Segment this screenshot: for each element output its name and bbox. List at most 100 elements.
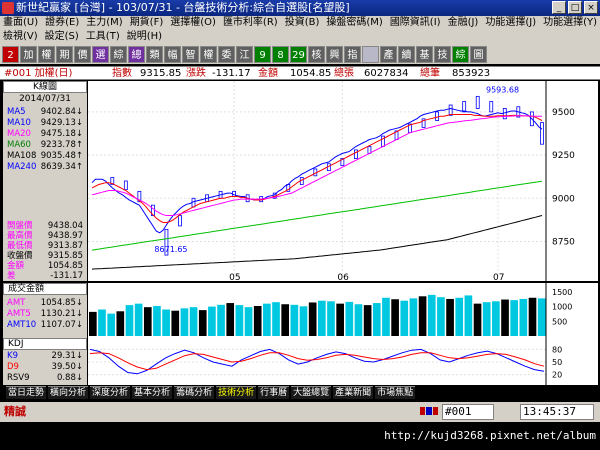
volume-bar (208, 306, 216, 336)
menu-item[interactable]: 選擇權(O) (170, 16, 216, 30)
volume-bar (162, 309, 170, 336)
tab-10[interactable]: 市場焦點 (375, 386, 416, 399)
close-button[interactable]: × (584, 1, 598, 14)
volume-tick-label: 500 (552, 317, 567, 326)
menu-item[interactable]: 說明(H) (127, 30, 162, 44)
toolbar-button[interactable]: 綜 (452, 45, 469, 63)
kline-chart[interactable]: 8750 9000 9250 9500 05 06 07 9593.68 8671.65 (88, 81, 598, 283)
toolbar-button[interactable]: 指 (344, 45, 361, 63)
menu-item[interactable]: 匯市利率(R) (223, 16, 278, 30)
ma-legend-row: MA10 9429.13↓ (7, 118, 87, 128)
toolbar-button[interactable]: 2 (2, 45, 19, 63)
toolbar-button[interactable]: 選 (92, 45, 109, 63)
menu-item[interactable]: 期貨(F) (130, 16, 164, 30)
volume-bar (345, 301, 354, 336)
toolbar-button[interactable]: 價 (74, 45, 91, 63)
menu-item[interactable]: 證券(E) (45, 16, 79, 30)
ohlc-label: 開盤價 (7, 221, 33, 231)
maximize-button[interactable]: □ (568, 1, 582, 14)
ohlc-legend-row: 開盤價 9438.04 (7, 221, 87, 231)
tab-1[interactable]: 當日走勢 (6, 386, 47, 399)
ma-legend-row: MA5 9402.84↓ (7, 107, 87, 117)
amt-legend-row: AMT5 1130.21↓ (7, 309, 87, 319)
toolbar-button[interactable]: 8 (272, 45, 289, 63)
kd-chart[interactable]: 20 50 80 (88, 338, 598, 385)
toolbar-button[interactable]: 幅 (164, 45, 181, 63)
toolbar-button[interactable]: 產 (380, 45, 397, 63)
toolbar-button[interactable]: 技 (434, 45, 451, 63)
ma-legend-row: MA108 9035.48↑ (7, 151, 87, 161)
ohlc-value: 9315.85 (47, 251, 83, 261)
toolbar-button[interactable]: 核 (308, 45, 325, 63)
menu-item[interactable]: 設定(S) (45, 30, 79, 44)
toolbar-button[interactable]: 基 (416, 45, 433, 63)
ohlc-legend-row: 收盤價 9315.85 (7, 251, 87, 261)
amt-value: 1107.07↓ (40, 320, 83, 330)
watermark-url: http://kujd3268.pixnet.net/album (0, 422, 600, 450)
volume-bar (198, 310, 207, 336)
tab-7[interactable]: 行事曆 (258, 386, 290, 399)
ohlc-value: 9438.04 (47, 221, 83, 231)
kd-header: KDJ (3, 338, 87, 350)
menu-item[interactable]: 主力(M) (86, 16, 122, 30)
y-tick-label: 9500 (552, 108, 575, 118)
tab-3[interactable]: 深度分析 (90, 386, 131, 399)
y-tick-label: 8750 (552, 237, 575, 247)
menu-item[interactable]: 功能選擇(J) (485, 16, 536, 30)
toolbar-button[interactable]: 類 (146, 45, 163, 63)
menu-item[interactable]: 工具(T) (86, 30, 120, 44)
volume-bar (98, 309, 106, 336)
quote-info-bar: #001 加權(日) 指數 9315.85 漲跌 -131.17 金額 1054… (0, 66, 600, 80)
menu-item[interactable]: 操盤密碼(M) (326, 16, 382, 30)
tab-4[interactable]: 基本分析 (132, 386, 173, 399)
toolbar-button[interactable]: 圖 (470, 45, 487, 63)
toolbar-button[interactable]: 綜 (110, 45, 127, 63)
menu-item[interactable]: 投資(B) (285, 16, 320, 30)
toolbar-button[interactable]: 9 (254, 45, 271, 63)
tab-8[interactable]: 大盤總覽 (291, 386, 332, 399)
tab-2[interactable]: 橫向分析 (48, 386, 89, 399)
signal-red (420, 407, 426, 415)
tab-6[interactable]: 技術分析 (216, 386, 257, 399)
toolbar-button[interactable]: 權 (200, 45, 217, 63)
menu-item[interactable]: 國際資訊(I) (390, 16, 441, 30)
kline-legend: K線圖 2014/07/31 MA5 9402.84↓ MA10 9429.13↓ MA… (3, 81, 87, 281)
toolbar-button[interactable]: 加 (20, 45, 37, 63)
volume-legend: 成交金額 AMT 1054.85↓ AMT5 1130.21↓ AMT10 1107.07… (3, 283, 87, 338)
ma-value: 9429.13↓ (40, 118, 83, 128)
price-annotation: 9593.68 (486, 86, 519, 95)
x-tick-label: 07 (493, 273, 504, 281)
toolbar-button[interactable]: 總 (128, 45, 145, 63)
volume-bar (107, 313, 115, 336)
volume-bar (336, 303, 344, 336)
toolbar-button[interactable]: 委 (218, 45, 235, 63)
toolbar-button[interactable]: 智 (182, 45, 199, 63)
tab-5[interactable]: 籌碼分析 (174, 386, 215, 399)
volume-chart[interactable]: 500 1000 1500 (88, 283, 598, 338)
kd-chart-svg: 20 50 80 (88, 338, 562, 385)
signal-blue (426, 407, 432, 415)
ma-legend-row: MA240 8639.34↑ (7, 162, 87, 172)
candle (178, 215, 182, 227)
toolbar-button[interactable]: 江 (236, 45, 253, 63)
toolbar-button[interactable]: 續 (398, 45, 415, 63)
tab-9[interactable]: 產業新聞 (333, 386, 374, 399)
kline-header: K線圖 (3, 81, 87, 93)
volume-bar (272, 302, 280, 336)
menu-item[interactable]: 金融(J) (448, 16, 479, 30)
minimize-button[interactable]: _ (552, 1, 566, 14)
menu-item[interactable]: 畫面(U) (3, 16, 38, 30)
toolbar-button[interactable]: 期 (56, 45, 73, 63)
ma-legend-row: MA20 9475.18↓ (7, 129, 87, 139)
toolbar-button[interactable]: 29 (290, 45, 307, 63)
menu-item[interactable]: 檢視(V) (3, 30, 38, 44)
ohlc-legend-row: 最低價 9313.87 (7, 241, 87, 251)
toolbar-button[interactable]: 興 (326, 45, 343, 63)
menu-item[interactable]: 功能選擇(Y) (543, 16, 597, 30)
volume-bar (153, 306, 161, 336)
x-tick-label: 05 (229, 273, 240, 281)
volume-bar (263, 303, 271, 336)
toolbar-icon[interactable] (362, 45, 379, 63)
toolbar-button[interactable]: 權 (38, 45, 55, 63)
volume-bar (464, 295, 473, 336)
